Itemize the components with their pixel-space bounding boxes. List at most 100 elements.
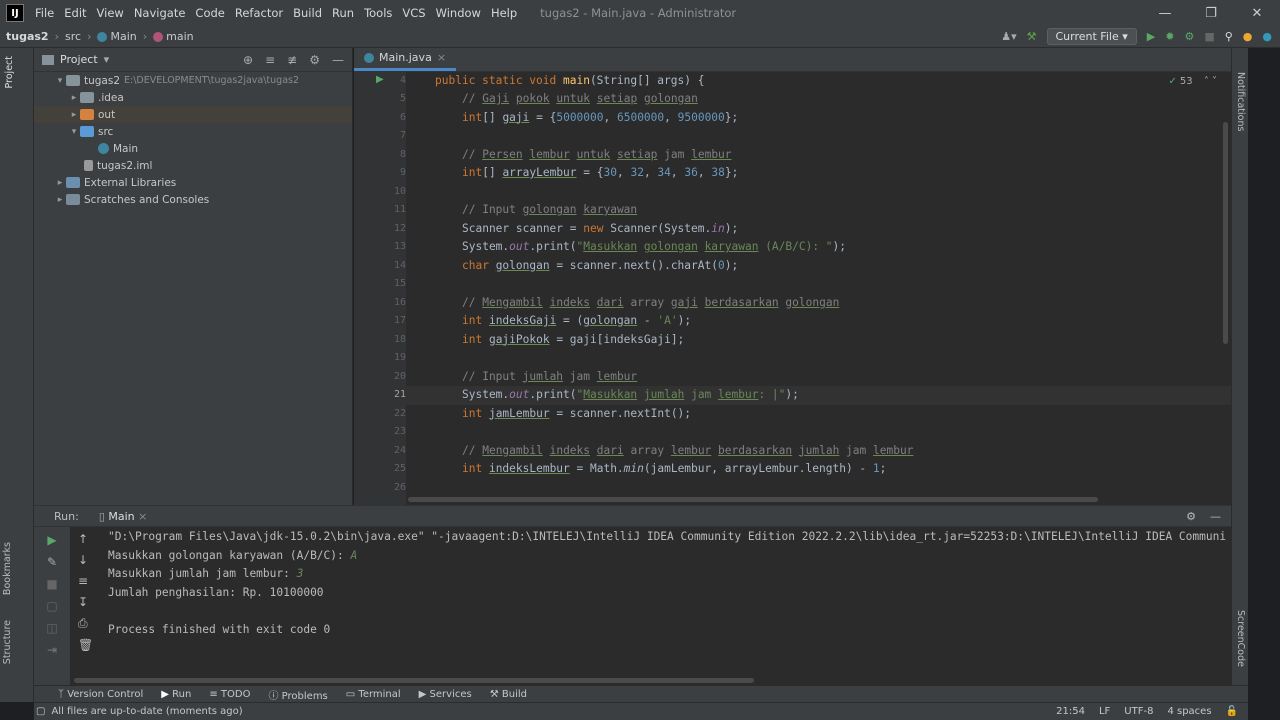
menu-window[interactable]: Window bbox=[436, 6, 481, 20]
menu-vcs[interactable]: VCS bbox=[402, 6, 425, 20]
menu-view[interactable]: View bbox=[97, 6, 124, 20]
tool-terminal[interactable]: ▭ Terminal bbox=[346, 689, 401, 700]
file-encoding[interactable]: UTF-8 bbox=[1124, 706, 1153, 717]
menu-run[interactable]: Run bbox=[332, 6, 354, 20]
exit-icon[interactable]: ⇥ bbox=[34, 643, 70, 657]
tool-run[interactable]: ▶ Run bbox=[161, 689, 191, 700]
tool-label: TODO bbox=[220, 689, 251, 700]
tool-services[interactable]: ▶ Services bbox=[419, 689, 472, 700]
trash-icon[interactable]: 🗑 bbox=[78, 638, 93, 652]
collapse-all-icon[interactable]: ≢ bbox=[287, 53, 297, 67]
run-icon[interactable]: ▶ bbox=[1147, 30, 1155, 43]
tree-item-iml[interactable]: tugas2.iml bbox=[34, 157, 352, 174]
console-line-exit: Process finished with exit code 0 bbox=[108, 622, 331, 636]
menu-edit[interactable]: Edit bbox=[64, 6, 86, 20]
stop-icon[interactable]: ■ bbox=[34, 577, 70, 591]
tab-label: Main.java bbox=[379, 51, 432, 64]
close-tab-icon[interactable]: × bbox=[138, 510, 147, 523]
project-tool-button[interactable]: Project bbox=[4, 56, 15, 89]
breadcrumb-class[interactable]: Main bbox=[110, 30, 136, 43]
maximize-icon[interactable]: ❐ bbox=[1188, 6, 1234, 21]
tool-label: Build bbox=[501, 689, 527, 700]
line-number: 21 bbox=[393, 389, 406, 400]
minimize-icon[interactable]: — bbox=[1142, 6, 1188, 21]
tree-label: .idea bbox=[98, 91, 124, 104]
caret-position[interactable]: 21:54 bbox=[1056, 706, 1085, 717]
debug-icon[interactable]: ✹ bbox=[1165, 30, 1174, 43]
tree-item-tugas2[interactable]: ▾ tugas2 E:\DEVELOPMENT\tugas2java\tugas2 bbox=[34, 72, 352, 89]
user-input: 3 bbox=[296, 567, 304, 580]
scroll-down-icon[interactable]: ↓ bbox=[78, 553, 93, 567]
rerun-icon[interactable]: ▶ bbox=[34, 533, 70, 547]
screencode-tool-button[interactable]: ScreenCode bbox=[1235, 610, 1246, 667]
structure-tool-button[interactable]: Structure bbox=[2, 620, 13, 664]
layout-icon[interactable]: ◫ bbox=[34, 621, 70, 635]
indent-setting[interactable]: 4 spaces bbox=[1167, 706, 1211, 717]
tool-build[interactable]: ⚒ Build bbox=[490, 689, 527, 700]
run-gutter-icon[interactable]: ▶ bbox=[376, 74, 384, 85]
tree-path: E:\DEVELOPMENT\tugas2java\tugas2 bbox=[124, 75, 300, 86]
update-icon[interactable]: ● bbox=[1243, 30, 1253, 43]
coverage-icon[interactable]: ⚙ bbox=[1184, 30, 1194, 43]
tree-item-out[interactable]: ▸ out bbox=[34, 106, 352, 123]
project-panel-title[interactable]: Project bbox=[60, 53, 98, 66]
tool-problems[interactable]: ⓘ Problems bbox=[268, 687, 327, 702]
close-icon[interactable]: ✕ bbox=[1234, 6, 1280, 21]
line-number: 16 bbox=[393, 296, 406, 308]
menu-tools[interactable]: Tools bbox=[364, 6, 392, 20]
stop-icon[interactable]: ■ bbox=[1204, 30, 1214, 43]
locate-icon[interactable]: ⊕ bbox=[243, 53, 253, 67]
breadcrumb-method[interactable]: main bbox=[166, 30, 193, 43]
soft-wrap-icon[interactable]: ≡ bbox=[78, 574, 93, 588]
tool-todo[interactable]: ≡ TODO bbox=[209, 689, 250, 700]
expand-all-icon[interactable]: ≡ bbox=[265, 53, 275, 67]
inspection-widget[interactable]: ✓ 53 ˄ ˅ bbox=[1169, 76, 1218, 87]
tool-window-bar: ᛉ Version Control ▶ Run ≡ TODO ⓘ Problem… bbox=[34, 685, 1248, 703]
hide-panel-icon[interactable]: — bbox=[1210, 510, 1221, 523]
console-horizontal-scrollbar[interactable] bbox=[74, 678, 754, 683]
breadcrumb-src[interactable]: src bbox=[65, 30, 81, 43]
settings-gear-icon[interactable]: ⚙ bbox=[309, 53, 320, 67]
class-icon bbox=[97, 31, 108, 42]
menu-help[interactable]: Help bbox=[491, 6, 517, 20]
vertical-scrollbar[interactable] bbox=[1223, 122, 1228, 344]
status-icon[interactable]: ▢ bbox=[36, 706, 45, 717]
plugin-icon[interactable]: ● bbox=[1262, 30, 1272, 43]
code-editor[interactable]: Main.java × ✓ 53 ˄ ˅ 4 5 6 7 8 9 10 11 12… bbox=[354, 48, 1231, 505]
close-tab-icon[interactable]: × bbox=[437, 51, 446, 64]
tree-item-external-libraries[interactable]: ▸ External Libraries bbox=[34, 174, 352, 191]
run-tab-main[interactable]: ▯ Main × bbox=[87, 510, 148, 523]
scroll-up-icon[interactable]: ↑ bbox=[78, 532, 93, 546]
camera-icon[interactable]: ▢ bbox=[34, 599, 70, 613]
menu-file[interactable]: File bbox=[35, 6, 54, 20]
main-menu: File Edit View Navigate Code Refactor Build Run… bbox=[30, 6, 522, 20]
search-icon[interactable]: ⚲ bbox=[1225, 30, 1233, 43]
lock-icon[interactable]: 🔓 bbox=[1226, 706, 1238, 717]
tool-version-control[interactable]: ᛉ Version Control bbox=[58, 689, 143, 700]
settings-gear-icon[interactable]: ⚙ bbox=[1186, 510, 1196, 523]
tree-item-idea[interactable]: ▸ .idea bbox=[34, 89, 352, 106]
tree-item-scratches[interactable]: ▸ Scratches and Consoles bbox=[34, 191, 352, 208]
tab-main-java[interactable]: Main.java × bbox=[354, 47, 457, 71]
line-separator[interactable]: LF bbox=[1099, 706, 1110, 717]
menu-navigate[interactable]: Navigate bbox=[134, 6, 186, 20]
breadcrumb-project[interactable]: tugas2 bbox=[6, 30, 49, 43]
run-toolbar: ▶ ✎ ■ ▢ ◫ ⇥ bbox=[34, 527, 70, 686]
tree-item-src[interactable]: ▾ src bbox=[34, 123, 352, 140]
build-hammer-icon[interactable]: ⚒ bbox=[1027, 30, 1037, 43]
horizontal-scrollbar[interactable] bbox=[408, 497, 1098, 502]
user-icon[interactable]: ♟▾ bbox=[1001, 30, 1016, 43]
notifications-tool-button[interactable]: Notifications bbox=[1235, 72, 1246, 131]
bookmarks-tool-button[interactable]: Bookmarks bbox=[2, 542, 13, 595]
menu-refactor[interactable]: Refactor bbox=[235, 6, 283, 20]
scroll-to-end-icon[interactable]: ↧ bbox=[78, 595, 93, 609]
menu-code[interactable]: Code bbox=[195, 6, 224, 20]
hide-panel-icon[interactable]: — bbox=[332, 53, 344, 67]
print-icon[interactable]: ⎙ bbox=[78, 616, 93, 631]
edit-config-icon[interactable]: ✎ bbox=[34, 555, 70, 569]
user-input: A bbox=[350, 548, 358, 562]
run-config-select[interactable]: Current File ▾ bbox=[1046, 28, 1137, 45]
menu-build[interactable]: Build bbox=[293, 6, 322, 20]
tool-label: Run bbox=[172, 689, 192, 700]
tree-item-main[interactable]: Main bbox=[34, 140, 352, 157]
